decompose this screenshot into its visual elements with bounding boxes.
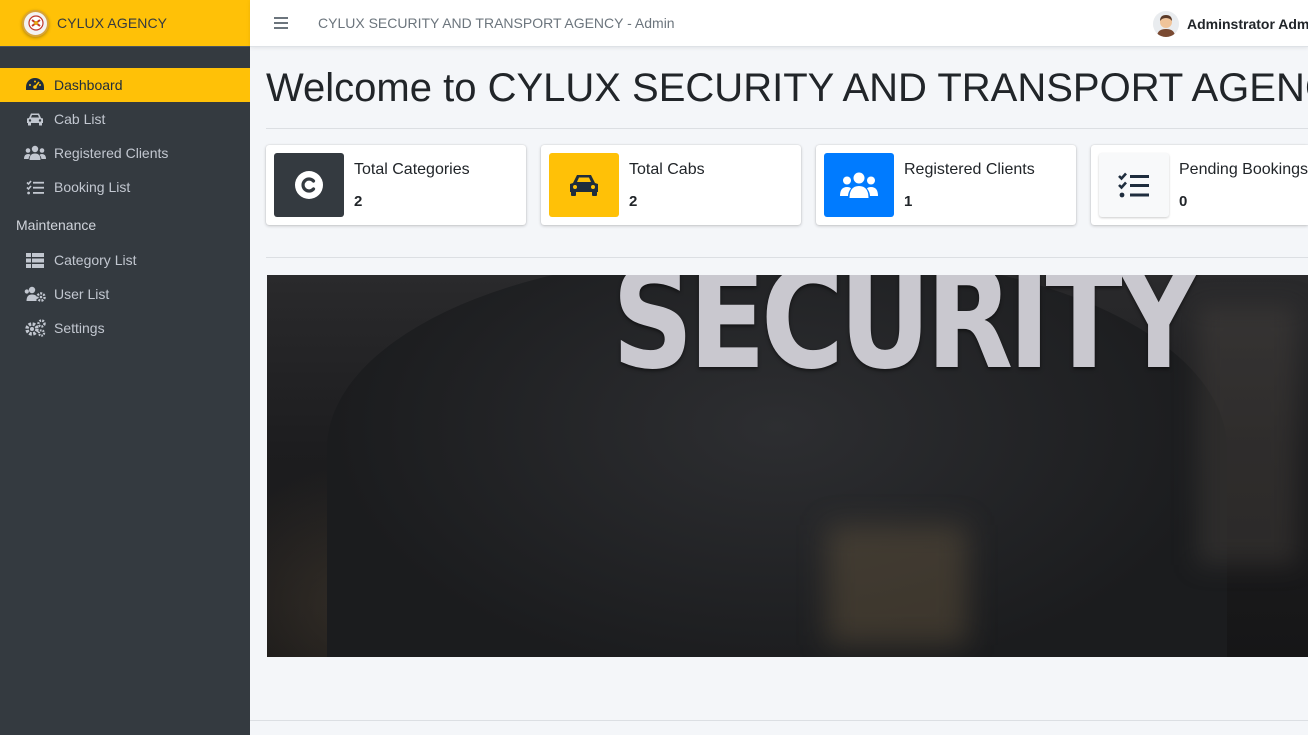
dashboard-icon (24, 77, 46, 93)
top-title: CYLUX SECURITY AND TRANSPORT AGENCY - Ad… (318, 15, 675, 31)
footer-divider (250, 720, 1308, 721)
info-box-pending-bookings[interactable]: Pending Bookings 0 (1091, 145, 1308, 225)
info-number: 0 (1179, 192, 1188, 210)
divider (266, 128, 1308, 129)
info-box-registered-clients[interactable]: Registered Clients 1 (816, 145, 1076, 225)
car-icon (570, 175, 598, 196)
sidebar-item-label: Registered Clients (54, 145, 169, 161)
top-navbar: CYLUX SECURITY AND TRANSPORT AGENCY - Ad… (250, 0, 1308, 47)
sidebar-item-label: Category List (54, 252, 137, 268)
tasks-icon (1118, 172, 1149, 198)
sidebar-item-label: Cab List (54, 111, 106, 127)
sidebar-item-booking-list[interactable]: Booking List (0, 170, 250, 204)
info-label: Registered Clients (904, 160, 1035, 178)
info-icon-box (1099, 153, 1169, 217)
sidebar-item-label: Dashboard (54, 77, 123, 93)
avatar (1153, 11, 1179, 37)
page-title: Welcome to CYLUX SECURITY AND TRANSPORT … (266, 66, 1308, 110)
user-name: Adminstrator Admin (1187, 16, 1308, 32)
brand-name: CYLUX AGENCY (57, 15, 168, 31)
info-box-total-cabs[interactable]: Total Cabs 2 (541, 145, 801, 225)
info-icon-box (824, 153, 894, 217)
nav-header-maintenance: Maintenance (16, 217, 97, 233)
info-number: 1 (904, 192, 913, 210)
sidebar-nav: Dashboard Cab List Registered Clients Bo… (0, 47, 250, 345)
info-number: 2 (354, 192, 363, 210)
divider (266, 257, 1308, 258)
users-icon (840, 172, 878, 198)
sidebar-item-settings[interactable]: Settings (0, 311, 250, 345)
sidebar: CYLUX AGENCY Dashboard Cab List Register… (0, 0, 250, 735)
cogs-icon (24, 319, 46, 337)
info-number: 2 (629, 192, 638, 210)
brand-link[interactable]: CYLUX AGENCY (0, 0, 250, 47)
table-icon (24, 252, 46, 268)
info-icon-box (549, 153, 619, 217)
sidebar-item-registered-clients[interactable]: Registered Clients (0, 136, 250, 170)
users-icon (24, 145, 46, 161)
security-banner-image: SECURITY (267, 275, 1308, 657)
sidebar-item-label: User List (54, 286, 110, 302)
info-label: Total Cabs (629, 160, 705, 178)
users-cog-icon (24, 286, 46, 302)
sidebar-item-cab-list[interactable]: Cab List (0, 102, 250, 136)
sidebar-item-label: Booking List (54, 179, 131, 195)
menu-toggle-icon[interactable] (274, 17, 288, 29)
info-label: Pending Bookings (1179, 160, 1308, 178)
banner-text: SECURITY (612, 275, 1200, 400)
sidebar-item-dashboard[interactable]: Dashboard (0, 68, 250, 102)
sidebar-item-label: Settings (54, 320, 105, 336)
sidebar-item-user-list[interactable]: User List (0, 277, 250, 311)
sidebar-item-category-list[interactable]: Category List (0, 243, 250, 277)
user-menu[interactable]: Adminstrator Admin (1153, 11, 1308, 37)
copyright-icon (295, 171, 323, 199)
brand-logo (22, 9, 49, 37)
tasks-icon (24, 179, 46, 195)
info-box-total-categories[interactable]: Total Categories 2 (266, 145, 526, 225)
car-icon (24, 112, 46, 126)
info-icon-box (274, 153, 344, 217)
info-label: Total Categories (354, 160, 470, 178)
